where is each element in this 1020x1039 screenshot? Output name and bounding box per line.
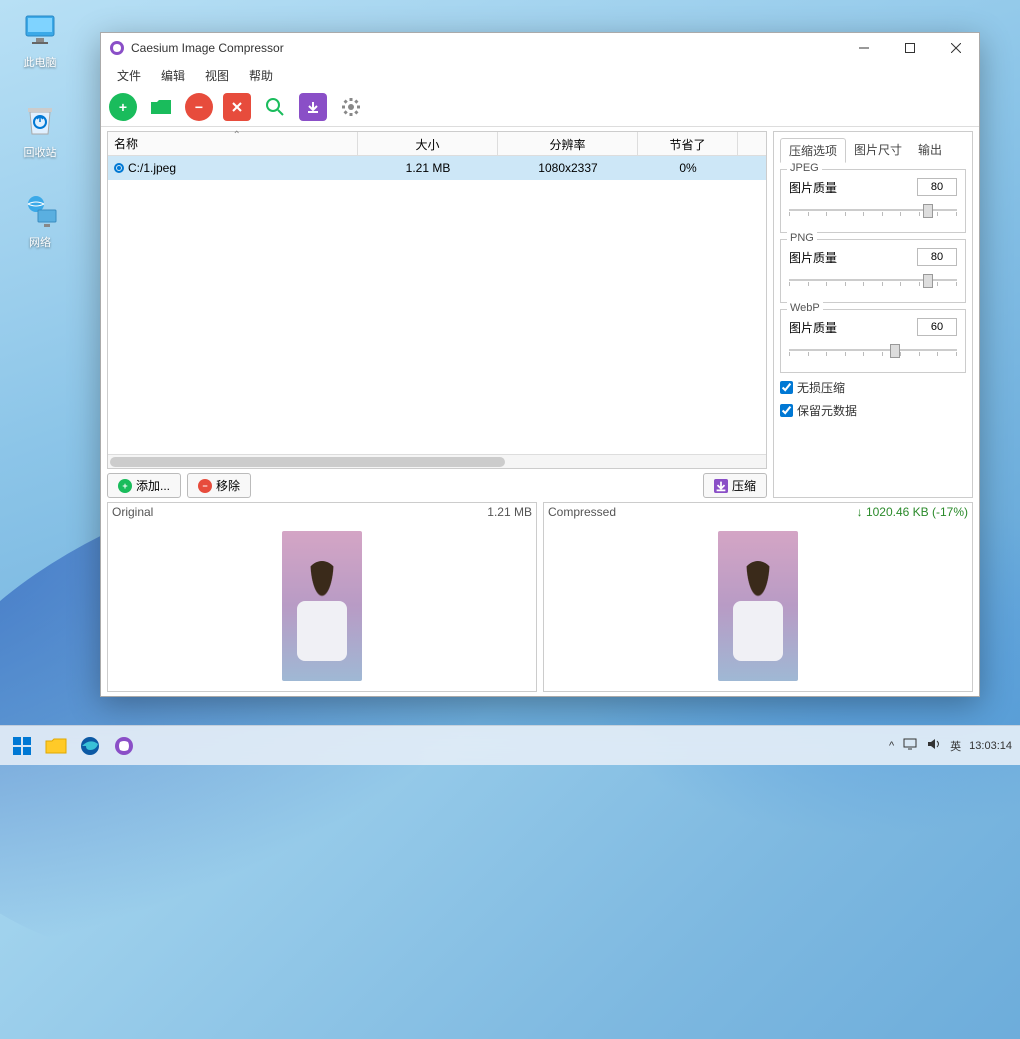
compressed-label: Compressed: [548, 505, 616, 519]
desktop-icon-label: 网络: [29, 234, 51, 250]
compressed-image[interactable]: [544, 521, 972, 691]
compress-icon: [714, 479, 728, 493]
original-size: 1.21 MB: [487, 505, 532, 519]
compress-button[interactable]: 压缩: [703, 473, 767, 498]
menu-view[interactable]: 视图: [197, 65, 237, 86]
content-area: 名称 大小 分辨率 节省了 C:/1.jpeg 1.21 MB 1080x233…: [101, 127, 979, 696]
image-thumbnail: [718, 531, 798, 681]
compress-toolbar-button[interactable]: [299, 93, 327, 121]
png-quality-label: 图片质量: [789, 249, 837, 266]
original-preview: Original 1.21 MB: [107, 502, 537, 692]
png-group: PNG 图片质量: [780, 239, 966, 303]
jpeg-quality-input[interactable]: [917, 178, 957, 196]
desktop-icon-network[interactable]: 网络: [10, 190, 70, 250]
remove-button-bottom[interactable]: −移除: [187, 473, 251, 498]
menubar: 文件 编辑 视图 帮助: [101, 63, 979, 87]
maximize-button[interactable]: [887, 33, 933, 63]
explorer-icon[interactable]: [42, 732, 70, 760]
tab-image-size[interactable]: 图片尺寸: [846, 138, 910, 163]
col-resolution[interactable]: 分辨率: [498, 132, 638, 155]
compressed-size: ↓ 1020.46 KB (-17%): [857, 505, 968, 519]
remove-button[interactable]: −: [185, 93, 213, 121]
horizontal-scrollbar[interactable]: [108, 454, 766, 468]
menu-edit[interactable]: 编辑: [153, 65, 193, 86]
side-panel: 压缩选项 图片尺寸 输出 JPEG 图片质量 PNG 图片质量 WebP 图片质…: [773, 131, 973, 498]
jpeg-quality-label: 图片质量: [789, 179, 837, 196]
caesium-taskbar-icon[interactable]: [110, 732, 138, 760]
desktop-icons: 此电脑 回收站 网络: [10, 10, 70, 250]
plus-icon: +: [118, 479, 132, 493]
app-icon: [109, 40, 125, 56]
file-table: 名称 大小 分辨率 节省了 C:/1.jpeg 1.21 MB 1080x233…: [107, 131, 767, 469]
add-button[interactable]: +添加...: [107, 473, 181, 498]
col-saved[interactable]: 节省了: [638, 132, 738, 155]
app-window: Caesium Image Compressor 文件 编辑 视图 帮助 + −: [100, 32, 980, 697]
recycle-bin-icon: [20, 100, 60, 140]
webp-quality-label: 图片质量: [789, 319, 837, 336]
add-file-button[interactable]: +: [109, 93, 137, 121]
original-image[interactable]: [108, 521, 536, 691]
ime-indicator[interactable]: 英: [950, 738, 961, 754]
menu-file[interactable]: 文件: [109, 65, 149, 86]
network-tray-icon[interactable]: [902, 737, 918, 754]
titlebar[interactable]: Caesium Image Compressor: [101, 33, 979, 63]
jpeg-slider[interactable]: [789, 202, 957, 218]
edge-icon[interactable]: [76, 732, 104, 760]
file-panel: 名称 大小 分辨率 节省了 C:/1.jpeg 1.21 MB 1080x233…: [107, 131, 767, 498]
clock[interactable]: 13:03:14: [969, 740, 1012, 752]
col-size[interactable]: 大小: [358, 132, 498, 155]
cell-name: C:/1.jpeg: [128, 161, 176, 175]
png-slider[interactable]: [789, 272, 957, 288]
volume-tray-icon[interactable]: [926, 737, 942, 754]
metadata-checkbox[interactable]: 保留元数据: [780, 402, 966, 419]
minus-icon: −: [198, 479, 212, 493]
png-legend: PNG: [787, 232, 817, 244]
taskbar: ^ 英 13:03:14: [0, 725, 1020, 765]
desktop-icon-this-pc[interactable]: 此电脑: [10, 10, 70, 70]
toolbar: + −: [101, 87, 979, 127]
original-label: Original: [112, 505, 153, 519]
webp-legend: WebP: [787, 302, 823, 314]
menu-help[interactable]: 帮助: [241, 65, 281, 86]
window-title: Caesium Image Compressor: [131, 41, 841, 55]
desktop-icon-label: 此电脑: [24, 54, 57, 70]
radio-icon: [114, 163, 124, 173]
cell-size: 1.21 MB: [358, 158, 498, 178]
tab-compress-options[interactable]: 压缩选项: [780, 138, 846, 163]
close-button[interactable]: [933, 33, 979, 63]
preview-button[interactable]: [261, 93, 289, 121]
clear-button[interactable]: [223, 93, 251, 121]
png-quality-input[interactable]: [917, 248, 957, 266]
compressed-preview: Compressed ↓ 1020.46 KB (-17%): [543, 502, 973, 692]
desktop-icon-label: 回收站: [24, 144, 57, 160]
minimize-button[interactable]: [841, 33, 887, 63]
lossless-checkbox[interactable]: 无损压缩: [780, 379, 966, 396]
monitor-icon: [20, 10, 60, 50]
tray-chevron[interactable]: ^: [889, 740, 894, 752]
tab-output[interactable]: 输出: [910, 138, 950, 163]
cell-resolution: 1080x2337: [498, 158, 638, 178]
network-icon: [20, 190, 60, 230]
image-thumbnail: [282, 531, 362, 681]
jpeg-group: JPEG 图片质量: [780, 169, 966, 233]
desktop-icon-recycle-bin[interactable]: 回收站: [10, 100, 70, 160]
settings-button[interactable]: [337, 93, 365, 121]
webp-group: WebP 图片质量: [780, 309, 966, 373]
jpeg-legend: JPEG: [787, 162, 822, 174]
col-name[interactable]: 名称: [108, 132, 358, 155]
preview-row: Original 1.21 MB Compressed ↓ 1020.46 KB…: [107, 502, 973, 692]
webp-slider[interactable]: [789, 342, 957, 358]
webp-quality-input[interactable]: [917, 318, 957, 336]
table-row[interactable]: C:/1.jpeg 1.21 MB 1080x2337 0%: [108, 156, 766, 180]
add-folder-button[interactable]: [147, 93, 175, 121]
cell-saved: 0%: [638, 158, 738, 178]
start-button[interactable]: [8, 732, 36, 760]
